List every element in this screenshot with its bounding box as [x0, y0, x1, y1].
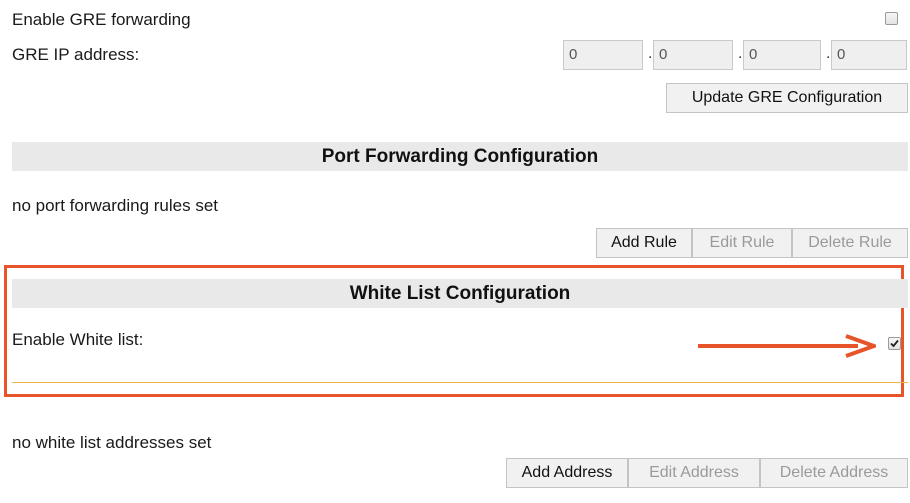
- gre-ip-label: GRE IP address:: [12, 45, 140, 64]
- ip-separator: .: [738, 45, 743, 62]
- port-forwarding-header: Port Forwarding Configuration: [12, 142, 908, 171]
- arrow-annotation-icon: [698, 334, 876, 358]
- white-list-enable-checkbox[interactable]: [888, 337, 901, 350]
- ip-separator: .: [826, 45, 831, 62]
- white-list-status: no white list addresses set: [12, 433, 212, 452]
- delete-rule-button[interactable]: Delete Rule: [792, 228, 908, 258]
- gre-ip-octet-1[interactable]: 0: [563, 40, 643, 70]
- update-gre-button[interactable]: Update GRE Configuration: [666, 83, 908, 113]
- ip-separator: .: [648, 45, 653, 62]
- gre-ip-octet-3[interactable]: 0: [743, 40, 821, 70]
- edit-rule-button[interactable]: Edit Rule: [692, 228, 792, 258]
- white-list-header: White List Configuration: [12, 279, 908, 308]
- port-forwarding-status: no port forwarding rules set: [12, 196, 218, 215]
- gre-ip-octet-2[interactable]: 0: [653, 40, 733, 70]
- gre-ip-octet-4[interactable]: 0: [831, 40, 907, 70]
- section-divider: [12, 382, 908, 383]
- checkmark-icon: [890, 339, 899, 348]
- edit-address-button[interactable]: Edit Address: [628, 458, 760, 488]
- gre-enable-label: Enable GRE forwarding: [12, 10, 191, 29]
- add-address-button[interactable]: Add Address: [506, 458, 628, 488]
- white-list-enable-label: Enable White list:: [12, 330, 144, 349]
- gre-enable-checkbox[interactable]: [885, 12, 898, 25]
- add-rule-button[interactable]: Add Rule: [596, 228, 692, 258]
- delete-address-button[interactable]: Delete Address: [760, 458, 908, 488]
